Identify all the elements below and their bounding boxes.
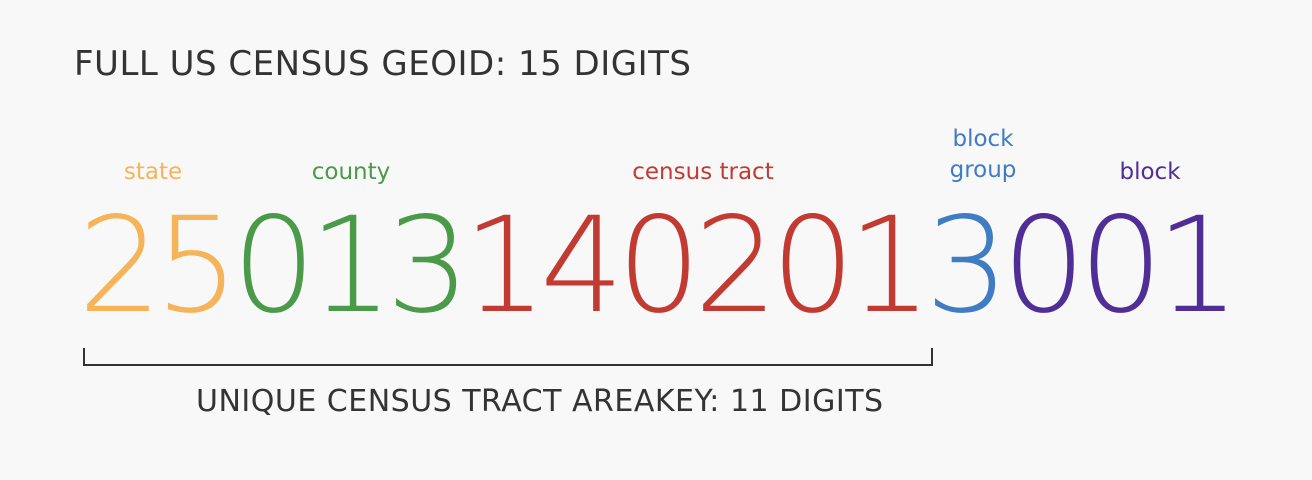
tract-bracket [83,348,933,366]
county-digit: 0 [232,189,316,343]
block-digit: 0 [1079,189,1163,343]
tract-digit: 1 [848,189,932,343]
block-group-digit: 3 [925,189,1009,343]
tract-digit: 0 [617,189,701,343]
tract-digit: 2 [694,189,778,343]
diagram-title: FULL US CENSUS GEOID: 15 DIGITS [74,44,692,84]
block-group-label: block group [950,124,1017,186]
bracket-label: UNIQUE CENSUS TRACT AREAKEY: 11 DIGITS [196,384,884,419]
state-label: state [123,159,183,185]
block-label: block [1119,159,1181,185]
tract-digit: 0 [771,189,855,343]
census-tract-label: census tract [632,159,774,185]
state-digit: 2 [78,189,162,343]
county-label: county [311,159,391,185]
state-digit: 5 [155,189,239,343]
tract-digit: 4 [540,189,624,343]
county-digit: 3 [386,189,470,343]
block-group-label-line1: block [952,126,1014,152]
block-digit: 1 [1156,189,1240,343]
county-digit: 1 [309,189,393,343]
block-digit: 0 [1002,189,1086,343]
geoid-digits: 2 5 0 1 3 1 4 0 2 0 1 3 0 0 1 [78,189,1240,343]
block-group-label-line2: group [949,157,1017,183]
tract-digit: 1 [463,189,547,343]
